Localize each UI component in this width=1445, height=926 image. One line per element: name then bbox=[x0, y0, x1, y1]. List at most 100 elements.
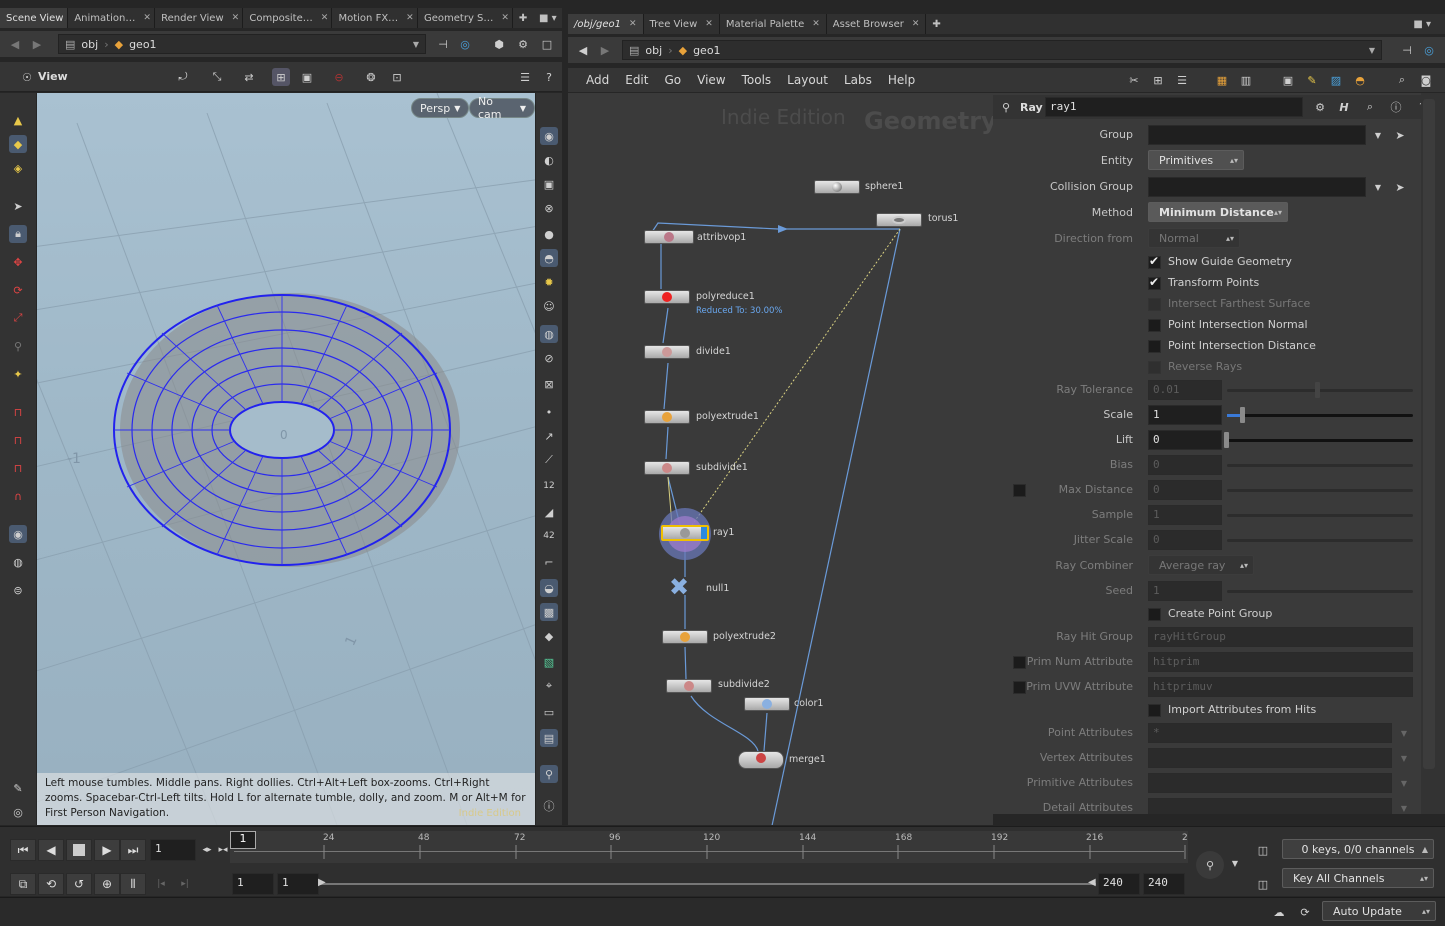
audio-dropdown-icon[interactable]: ▼ bbox=[1226, 854, 1244, 872]
display-image-icon[interactable]: ▤ bbox=[540, 729, 558, 747]
close-icon[interactable]: ✕ bbox=[232, 13, 240, 23]
tumble-icon[interactable]: ⤾ bbox=[174, 68, 192, 86]
sample-field[interactable]: 1 bbox=[1148, 505, 1222, 525]
seed-slider[interactable] bbox=[1227, 590, 1413, 593]
display-icon[interactable]: ⊡ bbox=[388, 68, 406, 86]
tab-scene-view[interactable]: Scene View bbox=[0, 8, 69, 28]
reverse-rays-checkbox[interactable] bbox=[1148, 361, 1161, 374]
view-icon[interactable]: ☉ bbox=[18, 68, 36, 86]
frame-icon[interactable]: ▣ bbox=[298, 68, 316, 86]
cloud-icon[interactable]: ☁ bbox=[1270, 903, 1288, 921]
tree-icon[interactable]: ⊞ bbox=[1149, 71, 1167, 89]
marker-icon[interactable]: ✎ bbox=[9, 779, 27, 797]
chevron-down-icon[interactable]: ▼ bbox=[1369, 46, 1375, 55]
collision-select-arrow-icon[interactable]: ➤ bbox=[1391, 178, 1409, 196]
back-arrow-icon[interactable]: ◀ bbox=[574, 41, 592, 59]
seed-field[interactable]: 1 bbox=[1148, 581, 1222, 601]
display-lock-icon[interactable]: ▣ bbox=[540, 175, 558, 193]
point-attrs-field[interactable]: * bbox=[1148, 723, 1392, 743]
close-icon[interactable]: ✕ bbox=[321, 13, 329, 23]
help-icon[interactable]: ? bbox=[540, 68, 558, 86]
scale-field[interactable]: 1 bbox=[1148, 405, 1222, 425]
ray-tolerance-slider[interactable] bbox=[1227, 389, 1413, 392]
pane-menu-icon[interactable]: ■ ▾ bbox=[1407, 14, 1437, 34]
node-polyextrude1[interactable] bbox=[644, 410, 690, 424]
tab-geometry-spreadsheet[interactable]: Geometry S… ✕ bbox=[418, 8, 513, 28]
auto-update-dropdown[interactable]: Auto Update ▴▾ bbox=[1322, 901, 1436, 921]
show-guide-checkbox[interactable] bbox=[1148, 254, 1161, 269]
magnet-icon-3[interactable]: ⊓ bbox=[9, 459, 27, 477]
scale-slider[interactable] bbox=[1227, 414, 1413, 417]
collision-group-field[interactable] bbox=[1148, 177, 1366, 197]
node-divide1[interactable] bbox=[644, 345, 690, 359]
entity-dropdown[interactable]: Primitives ▴▾ bbox=[1148, 150, 1244, 170]
ray-hit-group-field[interactable]: rayHitGroup bbox=[1148, 627, 1413, 647]
transform-points-checkbox[interactable] bbox=[1148, 275, 1161, 290]
maximize-icon[interactable]: □ bbox=[538, 35, 556, 53]
keys-channels-dropdown[interactable]: 0 keys, 0/0 channels ▲ bbox=[1282, 839, 1434, 859]
gear-icon[interactable]: ⚙ bbox=[1311, 98, 1329, 116]
tab-motion-fx[interactable]: Motion FX… ✕ bbox=[332, 8, 419, 28]
render-region-icon[interactable]: ◍ bbox=[9, 553, 27, 571]
image-icon[interactable]: ▨ bbox=[1327, 71, 1345, 89]
ray-tolerance-knob[interactable] bbox=[1315, 382, 1320, 398]
range-start-icon[interactable]: |◂ bbox=[152, 875, 170, 893]
jitter-field[interactable]: 0 bbox=[1148, 530, 1222, 550]
detail-attrs-field[interactable] bbox=[1148, 798, 1392, 814]
obj-crumb[interactable]: ▤ obj bbox=[59, 34, 104, 54]
display-wire-icon[interactable]: ◒ bbox=[540, 579, 558, 597]
camera-icon[interactable]: ❂ bbox=[362, 68, 380, 86]
primitive-attrs-dropdown-icon[interactable]: ▼ bbox=[1395, 774, 1413, 792]
pin-icon[interactable]: ⊣ bbox=[434, 35, 452, 53]
display-shaded-icon[interactable]: ● bbox=[540, 225, 558, 243]
lift-slider[interactable] bbox=[1227, 439, 1413, 442]
3d-viewport[interactable]: -1 0 1 Persp ▼ No cam ▼ Left mouse tumbles… bbox=[37, 93, 535, 825]
frame-ruler[interactable]: 1 24 48 72 96 120 144 168 192 216 2 bbox=[230, 831, 1188, 863]
node-torus1[interactable] bbox=[876, 213, 922, 227]
obj-crumb[interactable]: ▤ obj bbox=[623, 40, 668, 60]
close-icon[interactable]: ✕ bbox=[406, 13, 414, 23]
display-camera-icon[interactable]: ◍ bbox=[540, 325, 558, 343]
add-tab-icon[interactable]: ✚ bbox=[513, 8, 533, 28]
max-distance-field[interactable]: 0 bbox=[1148, 480, 1222, 500]
node-attribvop1[interactable] bbox=[644, 230, 694, 244]
range-start-handle[interactable]: ▶ bbox=[318, 877, 326, 888]
range-end-icon[interactable]: ▸| bbox=[176, 875, 194, 893]
tab-composite[interactable]: Composite… ✕ bbox=[243, 8, 333, 28]
network-box-icon[interactable]: ▣ bbox=[1279, 71, 1297, 89]
display-prim-numbers-icon[interactable]: 42 bbox=[540, 527, 558, 545]
magnet-icon-4[interactable]: ∩ bbox=[9, 487, 27, 505]
scale-knob[interactable] bbox=[1240, 407, 1245, 423]
jump-end-button[interactable]: ⏭ bbox=[120, 839, 146, 861]
chevron-down-icon[interactable]: ▼ bbox=[413, 40, 419, 49]
display-crosshair-icon[interactable]: ⌖ bbox=[540, 677, 558, 695]
info-icon[interactable]: ⓘ bbox=[1387, 98, 1405, 116]
display-user-icon[interactable]: ☺ bbox=[540, 297, 558, 315]
select-geometry-icon[interactable]: ◆ bbox=[9, 135, 27, 153]
max-distance-slider[interactable] bbox=[1227, 489, 1413, 492]
scale-icon[interactable]: ⤢ bbox=[9, 309, 27, 327]
snapshot-icon[interactable]: ◙ bbox=[1417, 71, 1435, 89]
cube-icon[interactable]: ⬢ bbox=[490, 35, 508, 53]
realtime-button[interactable]: ⧉ bbox=[10, 873, 36, 895]
node-sphere1[interactable] bbox=[814, 180, 860, 194]
tab-network-path[interactable]: /obj/geo1 ✕ bbox=[568, 14, 644, 34]
jump-start-button[interactable]: ⏮ bbox=[10, 839, 36, 861]
start-frame-field[interactable]: 1 bbox=[232, 873, 274, 895]
display-uv-icon[interactable]: ⌐ bbox=[540, 553, 558, 571]
audio-key-icon[interactable]: ⚲ bbox=[1196, 851, 1224, 879]
ray-tolerance-field[interactable]: 0.01 bbox=[1148, 380, 1222, 400]
sticky-note-icon[interactable]: ✎ bbox=[1303, 71, 1321, 89]
select-object-icon[interactable]: ▲ bbox=[9, 111, 27, 129]
pose-icon[interactable]: ✦ bbox=[9, 365, 27, 383]
bounce-button[interactable]: ↺ bbox=[66, 873, 92, 895]
persp-menu-button[interactable]: Persp ▼ bbox=[411, 98, 470, 118]
display-prims-icon[interactable]: ◢ bbox=[540, 503, 558, 521]
node-subdivide1[interactable] bbox=[644, 461, 690, 475]
left-breadcrumb[interactable]: ▤ obj › ◆ geo1 ▼ bbox=[58, 34, 426, 54]
method-dropdown[interactable]: Minimum Distance ▴▾ bbox=[1148, 202, 1288, 222]
display-pin-icon[interactable]: ⚲ bbox=[540, 765, 558, 783]
stop-icon[interactable]: ⊖ bbox=[330, 68, 348, 86]
palette-icon[interactable]: ◓ bbox=[1351, 71, 1369, 89]
forward-arrow-icon[interactable]: ▶ bbox=[28, 35, 46, 53]
